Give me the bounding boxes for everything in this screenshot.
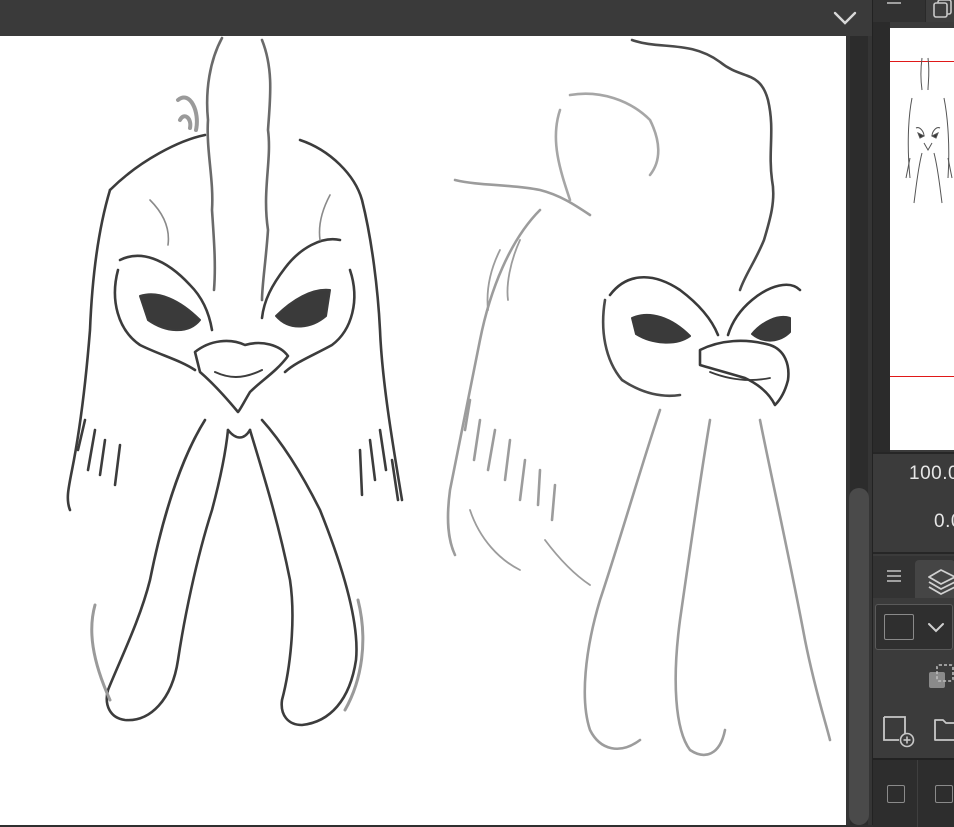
new-layer-icon[interactable] [881,712,917,748]
layer-lock-column [917,760,954,827]
canvas-vertical-scrollbar[interactable] [846,36,872,825]
layers-icon [927,567,954,595]
navigator-view-bottom-edge [890,376,954,377]
zoom-value[interactable]: 100.0 [909,463,954,485]
top-bar [0,0,872,36]
layer-visibility-checkbox[interactable] [887,785,905,803]
tab-layers[interactable] [915,560,954,598]
layer-lock-checkbox[interactable] [935,785,953,803]
menu-icon[interactable] [885,0,903,7]
folder-icon[interactable] [933,714,954,742]
navigator-strip [873,22,890,452]
copy-icon [930,0,954,18]
menu-icon[interactable] [885,568,903,584]
chevron-down-icon[interactable] [830,4,860,30]
drawing-canvas[interactable] [0,36,846,825]
left-rooster-sketch [66,36,404,727]
panel-divider [873,552,954,554]
blend-mode-swatch [884,614,914,640]
layer-list [873,758,954,827]
layer-visibility-column [873,760,918,827]
navigator-tab[interactable] [925,0,954,22]
navigator-header [873,0,954,22]
navigator-thumbnail [905,57,953,204]
blend-mode-select[interactable] [875,604,953,650]
right-rooster-sketch [446,38,832,756]
panel-divider [873,452,954,454]
chevron-down-icon [926,621,946,635]
scrollbar-thumb[interactable] [849,488,869,825]
navigator-preview[interactable] [890,28,954,450]
rotation-value[interactable]: 0.0 [934,511,954,533]
right-panel: 100.0 0.0 [872,0,954,827]
rooster-sketches [66,36,832,756]
duplicate-layer-icon[interactable] [927,662,954,692]
